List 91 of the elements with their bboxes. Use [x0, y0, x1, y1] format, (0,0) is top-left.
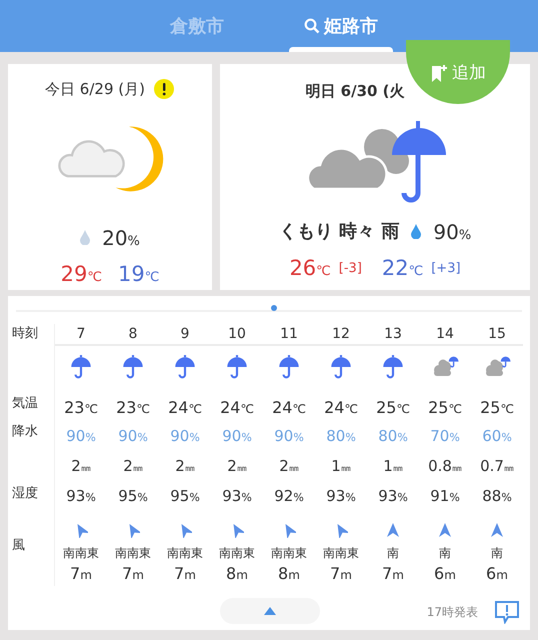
humidity: 88%: [482, 486, 512, 507]
wind-speed: 7m: [382, 563, 404, 585]
wind-speed: 7m: [70, 563, 92, 585]
wind-direction: 南南東: [167, 545, 203, 562]
precip-chance: 80%: [378, 426, 408, 447]
wind-direction: 南南東: [323, 545, 359, 562]
issued-time: 17時発表: [426, 604, 478, 621]
temperature: 24℃: [324, 397, 358, 419]
humidity: 91%: [430, 486, 460, 507]
hour-label: 9: [180, 325, 190, 344]
temperature: 24℃: [220, 397, 254, 419]
low-temp: 22℃: [382, 254, 424, 282]
city-tab[interactable]: 倉敷市: [145, 0, 249, 52]
precip-chance: 90%: [118, 426, 148, 447]
humidity: 93%: [66, 486, 96, 507]
hour-label: 15: [488, 325, 506, 344]
wind-speed: 7m: [174, 563, 196, 585]
row-label: 湿度: [12, 485, 38, 503]
precip-amount: 2㎜: [175, 456, 195, 477]
date-label: 明日 6/30 (火: [305, 81, 405, 102]
high-temp: 29℃: [60, 260, 102, 288]
hour-label: 14: [436, 325, 454, 344]
humidity: 93%: [378, 486, 408, 507]
wind-speed: 6m: [486, 563, 508, 585]
temp-difference: [-3]: [338, 260, 362, 278]
low-temp: 19℃: [118, 260, 160, 288]
hour-label: 11: [280, 325, 298, 344]
raindrop-icon: [80, 230, 90, 245]
hour-label: 8: [128, 325, 138, 344]
hour-label: 10: [228, 325, 246, 344]
precip-amount: 2㎜: [279, 456, 299, 477]
temperature: 23℃: [116, 397, 150, 419]
precip-chance: 70%: [430, 426, 460, 447]
humidity: 92%: [274, 486, 304, 507]
wind-direction: 南: [387, 545, 399, 562]
precip-amount: 2㎜: [71, 456, 91, 477]
wind-direction: 南: [439, 545, 451, 562]
precip-amount: 2㎜: [227, 456, 247, 477]
wind-direction: 南南東: [271, 545, 307, 562]
precip-amount: 2㎜: [123, 456, 143, 477]
wind-arrow-icon: [490, 522, 504, 538]
wind-speed: 7m: [122, 563, 144, 585]
precip-chance: 90%: [170, 426, 200, 447]
humidity: 93%: [326, 486, 356, 507]
temperature: 23℃: [64, 397, 98, 419]
precip-chance: 80%: [326, 426, 356, 447]
wind-direction: 南南東: [219, 545, 255, 562]
precip-chance: 90%: [222, 426, 252, 447]
precip-amount: 0.7㎜: [480, 456, 514, 477]
row-label: 降水: [12, 423, 38, 441]
temp-difference: [+3]: [431, 260, 461, 278]
precip-amount: 0.8㎜: [428, 456, 462, 477]
wind-speed: 6m: [434, 563, 456, 585]
precip-chance: 20%: [102, 224, 140, 252]
hour-label: 7: [76, 325, 86, 344]
row-label: 気温: [12, 395, 38, 413]
wind-direction: 南南東: [115, 545, 151, 562]
wind-arrow-icon: [386, 522, 400, 538]
row-label: 時刻: [12, 325, 38, 343]
humidity: 95%: [118, 486, 148, 507]
wind-speed: 8m: [226, 563, 248, 585]
temperature: 24℃: [168, 397, 202, 419]
wind-arrow-icon: [438, 522, 452, 538]
high-temp: 26℃: [289, 254, 331, 282]
wind-speed: 7m: [330, 563, 352, 585]
wind-direction: 南: [491, 545, 503, 562]
weather-description: くもり 時々 雨: [278, 220, 400, 244]
hour-label: 13: [384, 325, 402, 344]
precip-chance: 60%: [482, 426, 512, 447]
precip-amount: 1㎜: [383, 456, 403, 477]
precip-chance: 90%: [66, 426, 96, 447]
humidity: 95%: [170, 486, 200, 507]
wind-direction: 南南東: [63, 545, 99, 562]
triangle-up-icon: [264, 607, 276, 615]
date-label: 今日 6/29 (月): [45, 79, 145, 100]
raindrop-icon: [411, 224, 422, 239]
feedback-icon: [494, 600, 520, 624]
precip-amount: 1㎜: [331, 456, 351, 477]
hour-label: 12: [332, 325, 350, 344]
wind-speed: 8m: [278, 563, 300, 585]
temperature: 25℃: [428, 397, 462, 419]
temperature: 24℃: [272, 397, 306, 419]
feedback-button[interactable]: [494, 600, 520, 624]
city-tab[interactable]: 姫路市: [289, 0, 393, 52]
temperature: 25℃: [376, 397, 410, 419]
bookmark-plus-icon: [430, 64, 448, 84]
precip-chance: 90%: [274, 426, 304, 447]
humidity: 93%: [222, 486, 252, 507]
row-label: 風: [12, 537, 25, 555]
precip-chance: 90%: [433, 218, 472, 246]
temperature: 25℃: [480, 397, 514, 419]
